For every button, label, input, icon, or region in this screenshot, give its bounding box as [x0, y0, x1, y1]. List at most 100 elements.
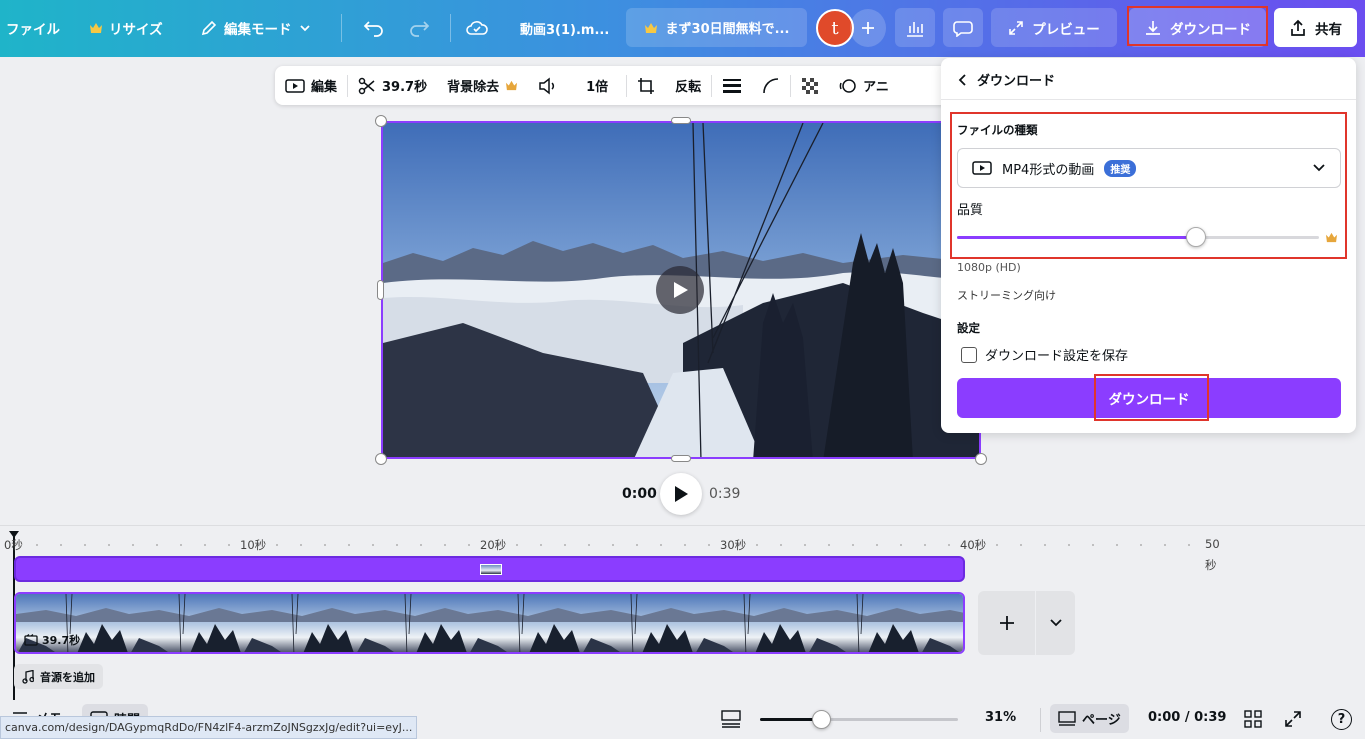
- ruler-label: 40秒: [960, 538, 987, 552]
- ruler-tick: [180, 544, 182, 546]
- settings-label: 設定: [957, 321, 980, 335]
- ruler-tick: [1188, 544, 1190, 546]
- ruler-tick: [36, 544, 38, 546]
- download-top-button[interactable]: ダウンロード: [1129, 8, 1266, 47]
- trim-button[interactable]: 39.7秒: [348, 66, 437, 105]
- resize-handle[interactable]: [671, 117, 691, 124]
- preview-button[interactable]: プレビュー: [991, 8, 1117, 47]
- video-clip-icon: [24, 634, 38, 646]
- file-menu[interactable]: ファイル: [6, 13, 60, 43]
- file-menu-label: ファイル: [6, 22, 60, 38]
- pages-button[interactable]: ページ: [1050, 704, 1129, 733]
- video-icon: [285, 78, 305, 94]
- add-audio-button[interactable]: 音源を追加: [14, 664, 103, 689]
- file-type-label: ファイルの種類: [957, 123, 1038, 137]
- crop-button[interactable]: [627, 66, 665, 105]
- file-type-select[interactable]: MP4形式の動画 推奨: [957, 148, 1341, 188]
- resize-label: リサイズ: [109, 22, 163, 38]
- divider: [1040, 708, 1041, 732]
- volume-button[interactable]: [528, 66, 568, 105]
- chevron-down-icon: [1049, 616, 1063, 630]
- play-overlay-button[interactable]: [656, 266, 704, 314]
- fullscreen-button[interactable]: [1284, 710, 1302, 728]
- share-icon: [1289, 19, 1307, 37]
- insights-button[interactable]: [895, 8, 935, 47]
- crown-icon: [1325, 232, 1338, 243]
- add-page-button[interactable]: [978, 591, 1035, 655]
- resize-handle[interactable]: [375, 453, 387, 465]
- pages-icon: [1058, 710, 1076, 727]
- corner-rounding-button[interactable]: [752, 66, 790, 105]
- undo-button[interactable]: [363, 13, 385, 43]
- timeline-divider: [0, 525, 1365, 526]
- redo-button[interactable]: [408, 13, 430, 43]
- quality-value: 1080p (HD): [957, 261, 1021, 274]
- zoom-level[interactable]: 31%: [985, 710, 1016, 725]
- crown-icon: [505, 80, 518, 91]
- ruler-tick: [108, 544, 110, 546]
- download-top-label: ダウンロード: [1170, 21, 1251, 38]
- resize-handle[interactable]: [671, 455, 691, 462]
- add-page-options-button[interactable]: [1036, 591, 1075, 655]
- save-settings-label: ダウンロード設定を保存: [985, 349, 1129, 364]
- save-settings-checkbox[interactable]: ダウンロード設定を保存: [961, 345, 1128, 364]
- ruler-label: 20秒: [480, 538, 507, 552]
- checkbox-box[interactable]: [961, 346, 977, 363]
- video-icon: [972, 160, 992, 176]
- resize-handle[interactable]: [975, 453, 987, 465]
- download-button[interactable]: ダウンロード: [957, 378, 1341, 418]
- background-remover-button[interactable]: 背景除去: [437, 66, 528, 105]
- ruler-tick: [300, 544, 302, 546]
- ruler-label: 10秒: [240, 538, 267, 552]
- resize-handle[interactable]: [377, 280, 384, 300]
- ruler-tick: [276, 544, 278, 546]
- panel-title: ダウンロード: [977, 74, 1056, 89]
- time-display: 0:00 / 0:39: [1148, 710, 1227, 725]
- quality-slider[interactable]: [957, 227, 1319, 247]
- add-collaborator-button[interactable]: [850, 9, 886, 47]
- recommended-badge: 推奨: [1104, 159, 1137, 177]
- playback-speed-button[interactable]: 1倍: [568, 66, 626, 105]
- border-style-button[interactable]: [712, 66, 752, 105]
- edit-mode-button[interactable]: 編集モード: [200, 13, 312, 43]
- help-button[interactable]: ?: [1331, 709, 1352, 730]
- free-trial-button[interactable]: まず30日間無料で...: [626, 8, 807, 47]
- panel-header: ダウンロード: [957, 70, 1055, 89]
- video-clip-track[interactable]: 39.7秒: [14, 592, 965, 654]
- page-track[interactable]: [14, 556, 965, 582]
- divider: [341, 14, 342, 42]
- comment-button[interactable]: [943, 8, 983, 47]
- ruler-tick: [204, 544, 206, 546]
- zoom-slider-thumb[interactable]: [812, 710, 832, 729]
- background-remover-label: 背景除去: [447, 80, 500, 95]
- resize-handle[interactable]: [375, 115, 387, 127]
- zoom-slider[interactable]: [760, 710, 958, 729]
- page-view-button[interactable]: [721, 710, 741, 728]
- corner-curve-icon: [762, 77, 780, 95]
- resize-button[interactable]: リサイズ: [89, 13, 163, 43]
- ruler-tick: [60, 544, 62, 546]
- transparency-button[interactable]: [791, 66, 829, 105]
- play-icon: [671, 280, 689, 300]
- animate-button[interactable]: アニ: [829, 66, 899, 105]
- grid-view-button[interactable]: [1244, 710, 1262, 728]
- top-bar: ファイル リサイズ 編集モード 動画3(1).m... まず30日間無料で...…: [0, 0, 1365, 57]
- total-time: 0:39: [709, 486, 741, 502]
- flip-button[interactable]: 反転: [665, 66, 711, 105]
- cloud-save-status[interactable]: [465, 13, 489, 43]
- grid-icon: [1244, 710, 1262, 728]
- chevron-down-icon: [1312, 161, 1326, 175]
- ruler-tick: [540, 544, 542, 546]
- crop-icon: [637, 77, 655, 95]
- play-button[interactable]: [660, 473, 702, 515]
- avatar[interactable]: t: [816, 9, 854, 47]
- ruler-tick: [1140, 544, 1142, 546]
- free-trial-label: まず30日間無料で...: [665, 22, 790, 37]
- doc-title[interactable]: 動画3(1).m...: [520, 13, 609, 43]
- quality-slider-thumb[interactable]: [1185, 227, 1206, 247]
- back-chevron-icon[interactable]: [957, 73, 967, 87]
- download-icon: [1144, 19, 1162, 37]
- share-button[interactable]: 共有: [1274, 8, 1357, 47]
- ruler-tick: [516, 544, 518, 546]
- edit-video-button[interactable]: 編集: [275, 66, 347, 105]
